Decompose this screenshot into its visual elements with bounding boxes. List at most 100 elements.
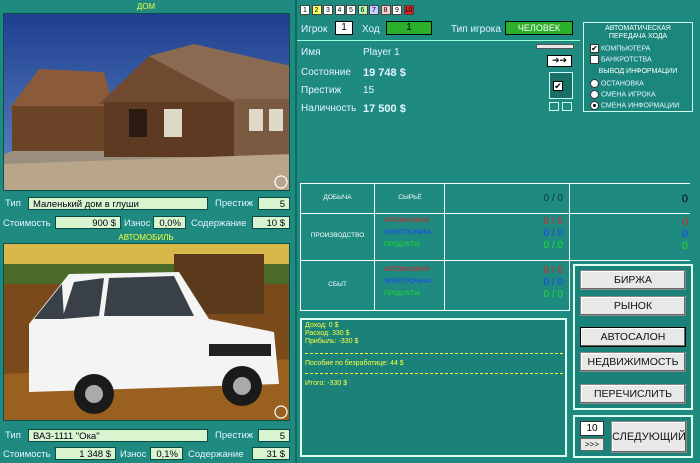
player-slot-9[interactable]: 9 xyxy=(392,5,402,15)
info-player-label: СМЕНА ИГРОКА xyxy=(600,91,656,99)
house-wear-label: Износ xyxy=(124,218,151,229)
info-change[interactable]: СМЕНА ИНФОРМАЦИИ xyxy=(590,101,679,110)
raw-frac: 0 / 0 xyxy=(543,193,563,204)
car-shop-button[interactable]: АВТОСАЛОН xyxy=(580,327,686,347)
cash-label: Наличность xyxy=(301,103,357,114)
prod-frac-1: 0 / 0 xyxy=(543,216,563,227)
prod-total-3: 0 xyxy=(681,240,688,252)
grid-small-icon[interactable] xyxy=(549,102,559,111)
table-col-line-2 xyxy=(444,183,445,310)
info-top-line xyxy=(297,40,580,41)
info-player[interactable]: СМЕНА ИГРОКА xyxy=(590,90,656,99)
state-value: 19 748 $ xyxy=(363,67,406,79)
opt-computer-label: КОМПЬЮТЕРА xyxy=(600,45,651,53)
house-cost-field: 900 $ xyxy=(55,216,121,229)
info-stop[interactable]: ОСТАНОВКА xyxy=(590,79,644,88)
info-player-radio[interactable] xyxy=(590,90,599,99)
skip-count-field[interactable]: 10 xyxy=(580,421,604,436)
vertical-divider xyxy=(295,0,297,463)
exchange-button[interactable]: БИРЖА xyxy=(580,270,686,290)
move-label: Ход xyxy=(362,24,380,35)
report-benefit: Пособие по безработице: 44 $ xyxy=(305,360,404,367)
opt-computer[interactable]: ✔ КОМПЬЮТЕРА xyxy=(590,44,650,53)
car-cost-field: 1 348 $ xyxy=(55,447,116,460)
car-section-title: АВТОМОБИЛЬ xyxy=(118,233,174,242)
info-stop-radio[interactable] xyxy=(590,79,599,88)
raw-total: 0 xyxy=(681,193,688,205)
prod-product-2: ЭЛЕКТРОНИКА xyxy=(384,229,432,236)
player-slot-1[interactable]: 1 xyxy=(300,5,310,15)
house-type-label: Тип xyxy=(5,198,21,209)
portrait-frame: ✔ xyxy=(549,72,573,99)
opt-bankrupt-checkbox[interactable] xyxy=(590,55,599,64)
real-estate-button[interactable]: НЕДВИЖИМОСТЬ xyxy=(580,352,686,372)
report-expense: Расход: 330 $ xyxy=(305,330,350,337)
prod-total-1: 0 xyxy=(681,216,688,228)
sales-product-3: ПРОДУКТЫ xyxy=(384,290,420,297)
report-sep-2 xyxy=(305,373,563,374)
table-line-3 xyxy=(300,310,570,311)
opt-bankrupt-label: БАНКРОТСТВА xyxy=(600,56,652,64)
player-slot-4[interactable]: 4 xyxy=(334,5,345,15)
prod-product-3: ПРОДУКТЫ xyxy=(384,241,420,248)
grid-small-icon-2[interactable] xyxy=(562,102,572,111)
info-change-radio[interactable] xyxy=(590,101,599,110)
table-col-line-3 xyxy=(569,183,570,310)
car-prestige-label: Престиж xyxy=(215,430,254,441)
house-prestige-label: Престиж xyxy=(215,198,254,209)
table-line-1 xyxy=(300,213,690,214)
prod-total-2: 0 xyxy=(681,228,688,240)
market-button[interactable]: РЫНОК xyxy=(580,296,686,316)
report-profit: Прибыль: -330 $ xyxy=(305,338,359,345)
name-label: Имя xyxy=(301,47,321,58)
production-label: ПРОИЗВОДСТВО xyxy=(310,232,365,239)
auto-panel-title: АВТОМАТИЧЕСКАЯ ПЕРЕДАЧА ХОДА xyxy=(585,25,691,41)
house-wear-field: 0,0% xyxy=(153,216,186,229)
cash-value: 17 500 $ xyxy=(363,103,406,115)
player-slot-6[interactable]: 6 xyxy=(357,5,368,15)
prod-frac-3: 0 / 0 xyxy=(543,240,563,251)
move-number-field: 1 xyxy=(386,21,432,35)
mining-label: ДОБЫЧА xyxy=(323,194,352,201)
mini-slider[interactable] xyxy=(536,44,574,49)
info-change-label: СМЕНА ИНФОРМАЦИИ xyxy=(600,102,680,110)
house-cost-label: Стоимость xyxy=(3,218,51,229)
sales-product-2: ЭЛЕКТРОНИКА xyxy=(384,278,432,285)
house-type-field: Маленький дом в глуши xyxy=(28,197,208,210)
player-label: Игрок xyxy=(301,24,328,35)
next-button[interactable]: СЛЕДУЮЩИЙ xyxy=(611,421,687,453)
auto-panel-title-2: ПЕРЕДАЧА ХОДА xyxy=(608,33,668,40)
car-upkeep-field: 31 $ xyxy=(252,447,290,460)
transfer-button[interactable]: ПЕРЕЧИСЛИТЬ xyxy=(580,384,686,404)
sales-frac-1: 0 / 0 xyxy=(543,265,563,276)
player-slot-7[interactable]: 7 xyxy=(369,5,379,15)
raw-label: СЫРЬЁ xyxy=(398,194,422,201)
prod-frac-2: 0 / 0 xyxy=(543,228,563,239)
forward-arrows-icon[interactable]: ➔➔ xyxy=(547,55,572,67)
player-slot-10[interactable]: 10 xyxy=(403,5,414,15)
sales-label: СБЫТ xyxy=(328,281,347,288)
car-wear-label: Износ xyxy=(120,449,147,460)
car-photo xyxy=(3,243,290,421)
player-slot-3[interactable]: 3 xyxy=(323,5,333,15)
check-mark-icon[interactable]: ✔ xyxy=(553,81,563,91)
opt-computer-checkbox[interactable]: ✔ xyxy=(590,44,599,53)
state-label: Состояние xyxy=(301,67,351,78)
report-income: Доход: 0 $ xyxy=(305,322,339,329)
car-upkeep-label: Содержание xyxy=(188,449,244,460)
house-section-title: ДОМ xyxy=(136,2,156,11)
opt-bankrupt[interactable]: БАНКРОТСТВА xyxy=(590,55,652,64)
info-stop-label: ОСТАНОВКА xyxy=(600,80,644,88)
sales-frac-2: 0 / 0 xyxy=(543,277,563,288)
skip-button[interactable]: >>> xyxy=(580,438,604,451)
house-photo xyxy=(3,13,290,191)
sales-frac-3: 0 / 0 xyxy=(543,289,563,300)
info-output-title: ВЫВОД ИНФОРМАЦИИ xyxy=(598,68,678,75)
auto-panel-title-1: АВТОМАТИЧЕСКАЯ xyxy=(605,25,671,32)
prod-product-1: АВТОМОБИЛИ xyxy=(384,217,430,224)
sales-product-1: АВТОМОБИЛИ xyxy=(384,266,430,273)
player-slot-8[interactable]: 8 xyxy=(380,5,391,15)
player-slot-2[interactable]: 2 xyxy=(311,5,322,15)
car-type-label: Тип xyxy=(5,430,21,441)
player-slot-5[interactable]: 5 xyxy=(346,5,356,15)
